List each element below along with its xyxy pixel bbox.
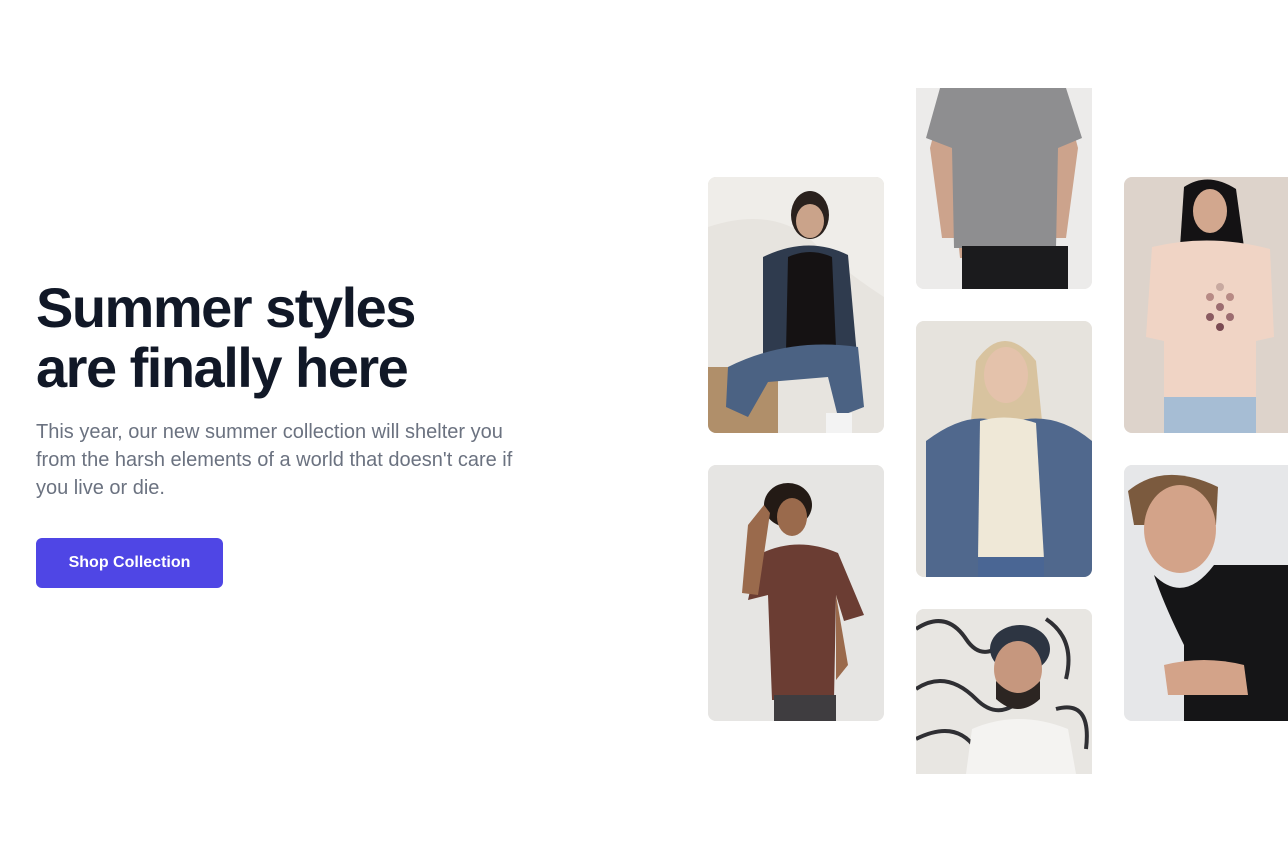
blonde-woman-denim-jacket-photo <box>916 321 1092 577</box>
shop-collection-button[interactable]: Shop Collection <box>36 538 223 588</box>
hero-title: Summer styles are finally here <box>36 276 416 399</box>
woman-denim-jacket-black-tee-photo <box>708 177 884 433</box>
grey-tee-torso-photo <box>916 88 1092 289</box>
hero-section: Summer styles are finally here This year… <box>0 0 1288 857</box>
hero-subtitle: This year, our new summer collection wil… <box>36 421 513 499</box>
man-beanie-glasses-photo <box>916 609 1092 774</box>
man-black-tee-photo <box>1124 465 1288 721</box>
hero-text-block: Summer styles are finally here This year… <box>36 278 556 502</box>
woman-pink-graphic-tee-photo <box>1124 177 1288 433</box>
man-brown-tee-photo <box>708 465 884 721</box>
